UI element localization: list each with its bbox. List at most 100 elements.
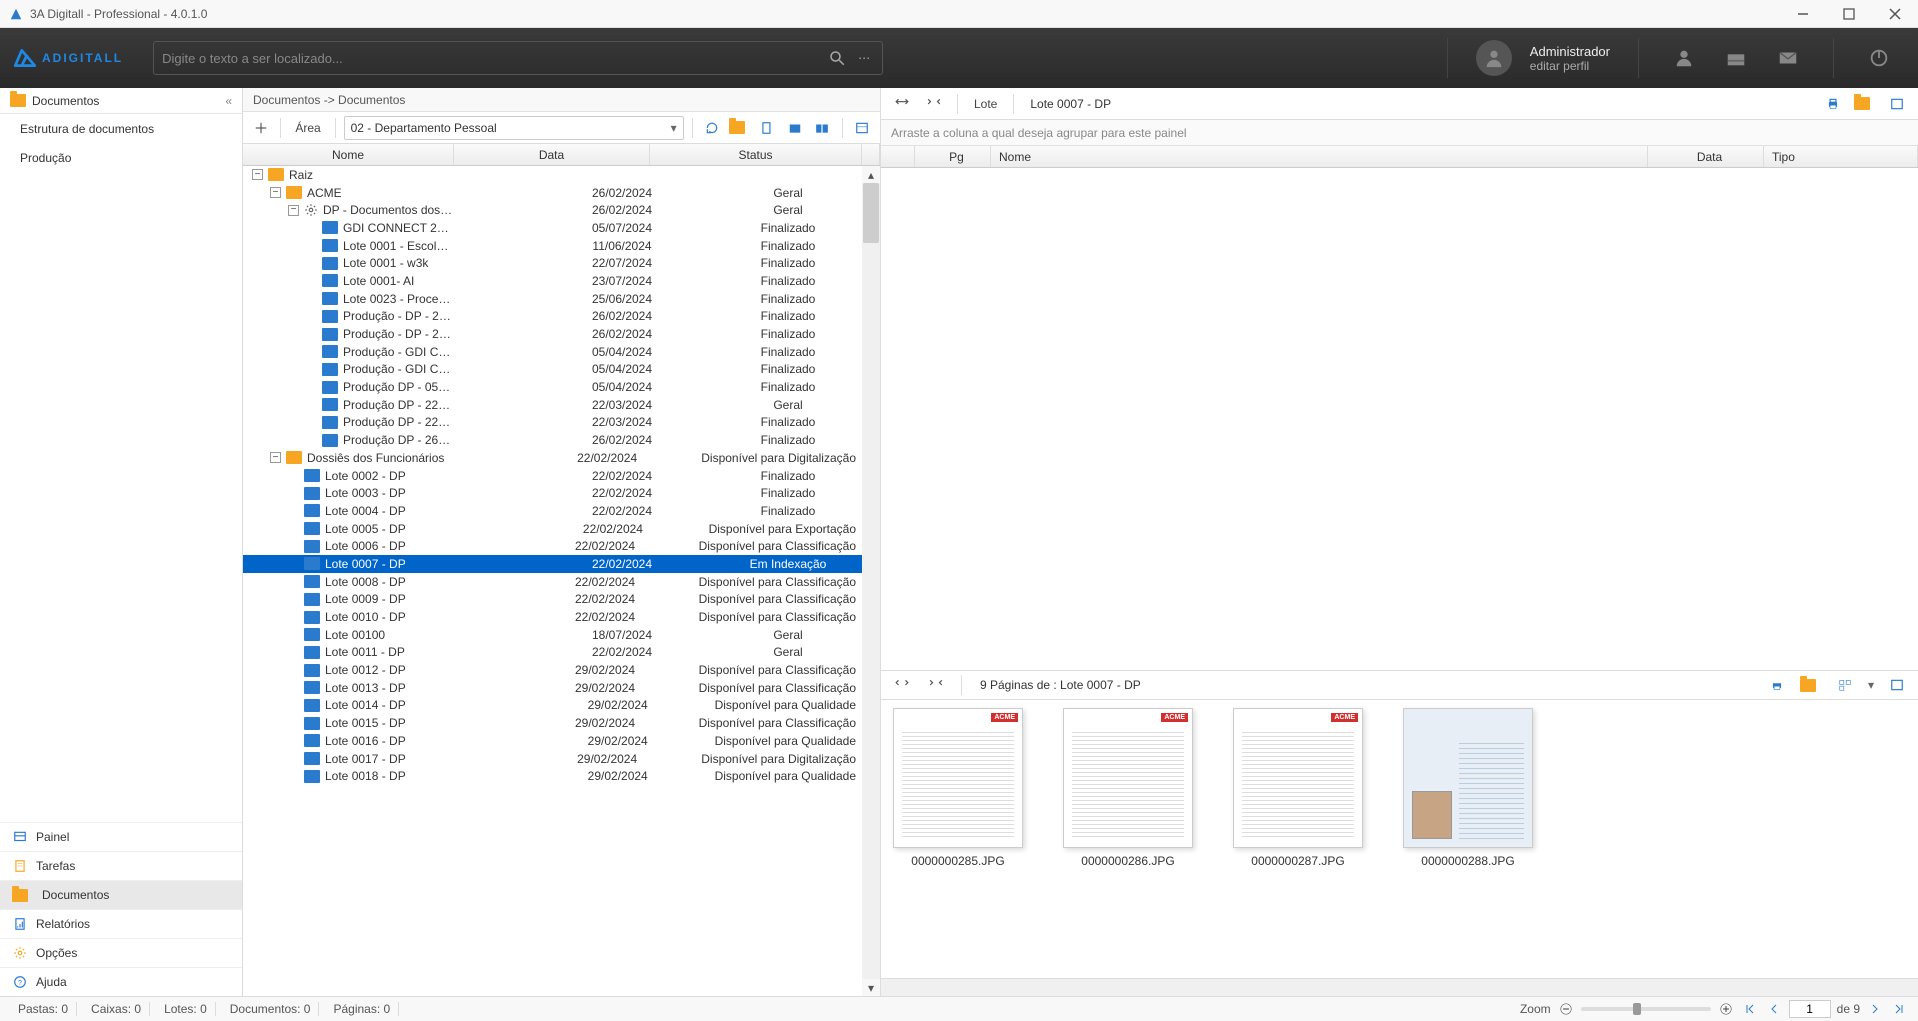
thumbnail[interactable]: ACME0000000287.JPG — [1233, 708, 1363, 970]
expander-icon[interactable]: − — [270, 452, 281, 463]
chevron-down-icon[interactable]: ▾ — [1866, 678, 1876, 692]
view-folder-button[interactable] — [783, 115, 806, 141]
col-data-right[interactable]: Data — [1648, 146, 1764, 167]
last-page-icon[interactable] — [1890, 1000, 1908, 1018]
thumbnail[interactable]: ACME0000000286.JPG — [1063, 708, 1193, 970]
col-data[interactable]: Data — [454, 144, 650, 165]
tree-row[interactable]: Produção - DP - 2…26/02/2024Finalizado — [243, 308, 862, 326]
expand-cols-button[interactable] — [889, 91, 915, 117]
search-input[interactable] — [162, 51, 822, 66]
tree-row[interactable]: −Dossiês dos Funcionários22/02/2024Dispo… — [243, 449, 862, 467]
collapse-icon[interactable]: « — [225, 94, 232, 108]
thumbnail[interactable]: 0000000288.JPG — [1403, 708, 1533, 970]
tree-row[interactable]: Lote 0023 - Proce…25/06/2024Finalizado — [243, 290, 862, 308]
refresh-button[interactable] — [701, 115, 724, 141]
close-button[interactable] — [1872, 0, 1918, 28]
zoom-knob[interactable] — [1633, 1003, 1641, 1015]
folder-button[interactable] — [728, 115, 751, 141]
avatar[interactable] — [1476, 40, 1512, 76]
prev-page-icon[interactable] — [1765, 1000, 1783, 1018]
scroll-thumb[interactable] — [863, 183, 879, 243]
maximize-button[interactable] — [1826, 0, 1872, 28]
tree-row[interactable]: Lote 0016 - DP29/02/2024Disponível para … — [243, 732, 862, 750]
search-box[interactable]: ⋯ — [153, 41, 883, 75]
thumbs-view-button[interactable] — [1832, 672, 1858, 698]
sidebar-item-opcoes[interactable]: Opções — [0, 938, 242, 967]
tree-row[interactable]: Lote 0009 - DP22/02/2024Disponível para … — [243, 591, 862, 609]
contact-icon[interactable] — [1667, 41, 1701, 75]
vertical-scrollbar[interactable]: ▴ ▾ — [862, 166, 880, 996]
tree-row[interactable]: Lote 0004 - DP22/02/2024Finalizado — [243, 502, 862, 520]
tree-row[interactable]: Lote 0002 - DP22/02/2024Finalizado — [243, 467, 862, 485]
tree-row[interactable]: Lote 0006 - DP22/02/2024Disponível para … — [243, 537, 862, 555]
tree-row[interactable]: Lote 0008 - DP22/02/2024Disponível para … — [243, 573, 862, 591]
mail-icon[interactable] — [1771, 41, 1805, 75]
tree-row[interactable]: −ACME26/02/2024Geral — [243, 184, 862, 202]
tree-row[interactable]: −DP - Documentos dos…26/02/2024Geral — [243, 201, 862, 219]
toggle-expand-button[interactable] — [249, 115, 272, 141]
tree-row[interactable]: Lote 0013 - DP29/02/2024Disponível para … — [243, 679, 862, 697]
new-doc-button[interactable] — [755, 115, 778, 141]
thumbs-print-button[interactable] — [1764, 672, 1790, 698]
tree-row[interactable]: Produção - GDI C…05/04/2024Finalizado — [243, 343, 862, 361]
minimize-button[interactable] — [1780, 0, 1826, 28]
tree-row[interactable]: Lote 0005 - DP22/02/2024Disponível para … — [243, 520, 862, 538]
tree-row[interactable]: Lote 0012 - DP29/02/2024Disponível para … — [243, 661, 862, 679]
tree-row[interactable]: Lote 0010 - DP22/02/2024Disponível para … — [243, 608, 862, 626]
thumbs-collapse-button[interactable] — [923, 672, 949, 698]
tree-row[interactable]: Lote 0003 - DP22/02/2024Finalizado — [243, 484, 862, 502]
view-folder2-button[interactable] — [810, 115, 833, 141]
tree-row[interactable]: Lote 0017 - DP29/02/2024Disponível para … — [243, 750, 862, 768]
page-current-input[interactable] — [1789, 1000, 1831, 1018]
col-nome-right[interactable]: Nome — [991, 146, 1648, 167]
search-icon[interactable] — [828, 49, 846, 67]
tree-row[interactable]: Lote 0014 - DP29/02/2024Disponível para … — [243, 697, 862, 715]
tree-row[interactable]: Lote 0001- AI23/07/2024Finalizado — [243, 272, 862, 290]
thumbs-hscrollbar[interactable] — [881, 978, 1918, 996]
thumbs-folder-button[interactable] — [1798, 672, 1824, 698]
tree-row[interactable]: Produção DP - 22…22/03/2024Geral — [243, 396, 862, 414]
tree-row[interactable]: Lote 0011 - DP22/02/2024Geral — [243, 644, 862, 662]
col-nome[interactable]: Nome — [243, 144, 454, 165]
search-more-icon[interactable]: ⋯ — [854, 51, 874, 65]
tree-row[interactable]: Produção DP - 05…05/04/2024Finalizado — [243, 378, 862, 396]
group-hint[interactable]: Arraste a coluna a qual deseja agrupar p… — [881, 120, 1918, 146]
expander-icon[interactable]: − — [288, 205, 299, 216]
tree-row[interactable]: Lote 0018 - DP29/02/2024Disponível para … — [243, 767, 862, 785]
tree-row[interactable]: Lote 0015 - DP29/02/2024Disponível para … — [243, 714, 862, 732]
col-tipo-right[interactable]: Tipo — [1764, 146, 1918, 167]
collapse-cols-button[interactable] — [921, 91, 947, 117]
tree-row[interactable]: Produção - DP - 2…26/02/2024Finalizado — [243, 325, 862, 343]
area-select[interactable]: 02 - Departamento Pessoal ▾ — [344, 116, 684, 140]
scroll-up-icon[interactable]: ▴ — [862, 166, 880, 183]
thumbs-layout-button[interactable] — [1884, 672, 1910, 698]
sidebar-item-documentos[interactable]: Documentos — [0, 880, 242, 909]
tree-row[interactable]: Produção DP - 26…26/02/2024Finalizado — [243, 431, 862, 449]
expander-icon[interactable]: − — [270, 187, 281, 198]
tree-row[interactable]: GDI CONNECT 2…05/07/2024Finalizado — [243, 219, 862, 237]
tree-row[interactable]: Produção - GDI C…05/04/2024Finalizado — [243, 361, 862, 379]
print-button[interactable] — [1820, 91, 1846, 117]
tree-row[interactable]: Produção DP - 22…22/03/2024Finalizado — [243, 414, 862, 432]
tree-row[interactable]: Lote 0001 - w3k22/07/2024Finalizado — [243, 254, 862, 272]
tree-row[interactable]: −Raiz — [243, 166, 862, 184]
tree-row[interactable]: Lote 0007 - DP22/02/2024Em Indexação — [243, 555, 862, 573]
first-page-icon[interactable] — [1741, 1000, 1759, 1018]
grid-settings-button[interactable] — [1884, 91, 1910, 117]
tree-row[interactable]: Lote 0001 - Escol…11/06/2024Finalizado — [243, 237, 862, 255]
scroll-down-icon[interactable]: ▾ — [862, 979, 880, 996]
power-icon[interactable] — [1862, 41, 1896, 75]
edit-profile-link[interactable]: editar perfil — [1530, 59, 1610, 73]
inbox-icon[interactable] — [1719, 41, 1753, 75]
sidebar-item-tarefas[interactable]: Tarefas — [0, 851, 242, 880]
sidebar-item-estrutura[interactable]: Estrutura de documentos — [0, 114, 242, 143]
thumbnail[interactable]: ACME0000000285.JPG — [893, 708, 1023, 970]
next-page-icon[interactable] — [1866, 1000, 1884, 1018]
expander-icon[interactable]: − — [252, 169, 263, 180]
tree-row[interactable]: Lote 0010018/07/2024Geral — [243, 626, 862, 644]
layout-button[interactable] — [851, 115, 874, 141]
open-folder-button[interactable] — [1852, 91, 1878, 117]
sidebar-item-ajuda[interactable]: ? Ajuda — [0, 967, 242, 996]
thumbs-expand-button[interactable] — [889, 672, 915, 698]
zoom-slider[interactable] — [1581, 1007, 1711, 1011]
